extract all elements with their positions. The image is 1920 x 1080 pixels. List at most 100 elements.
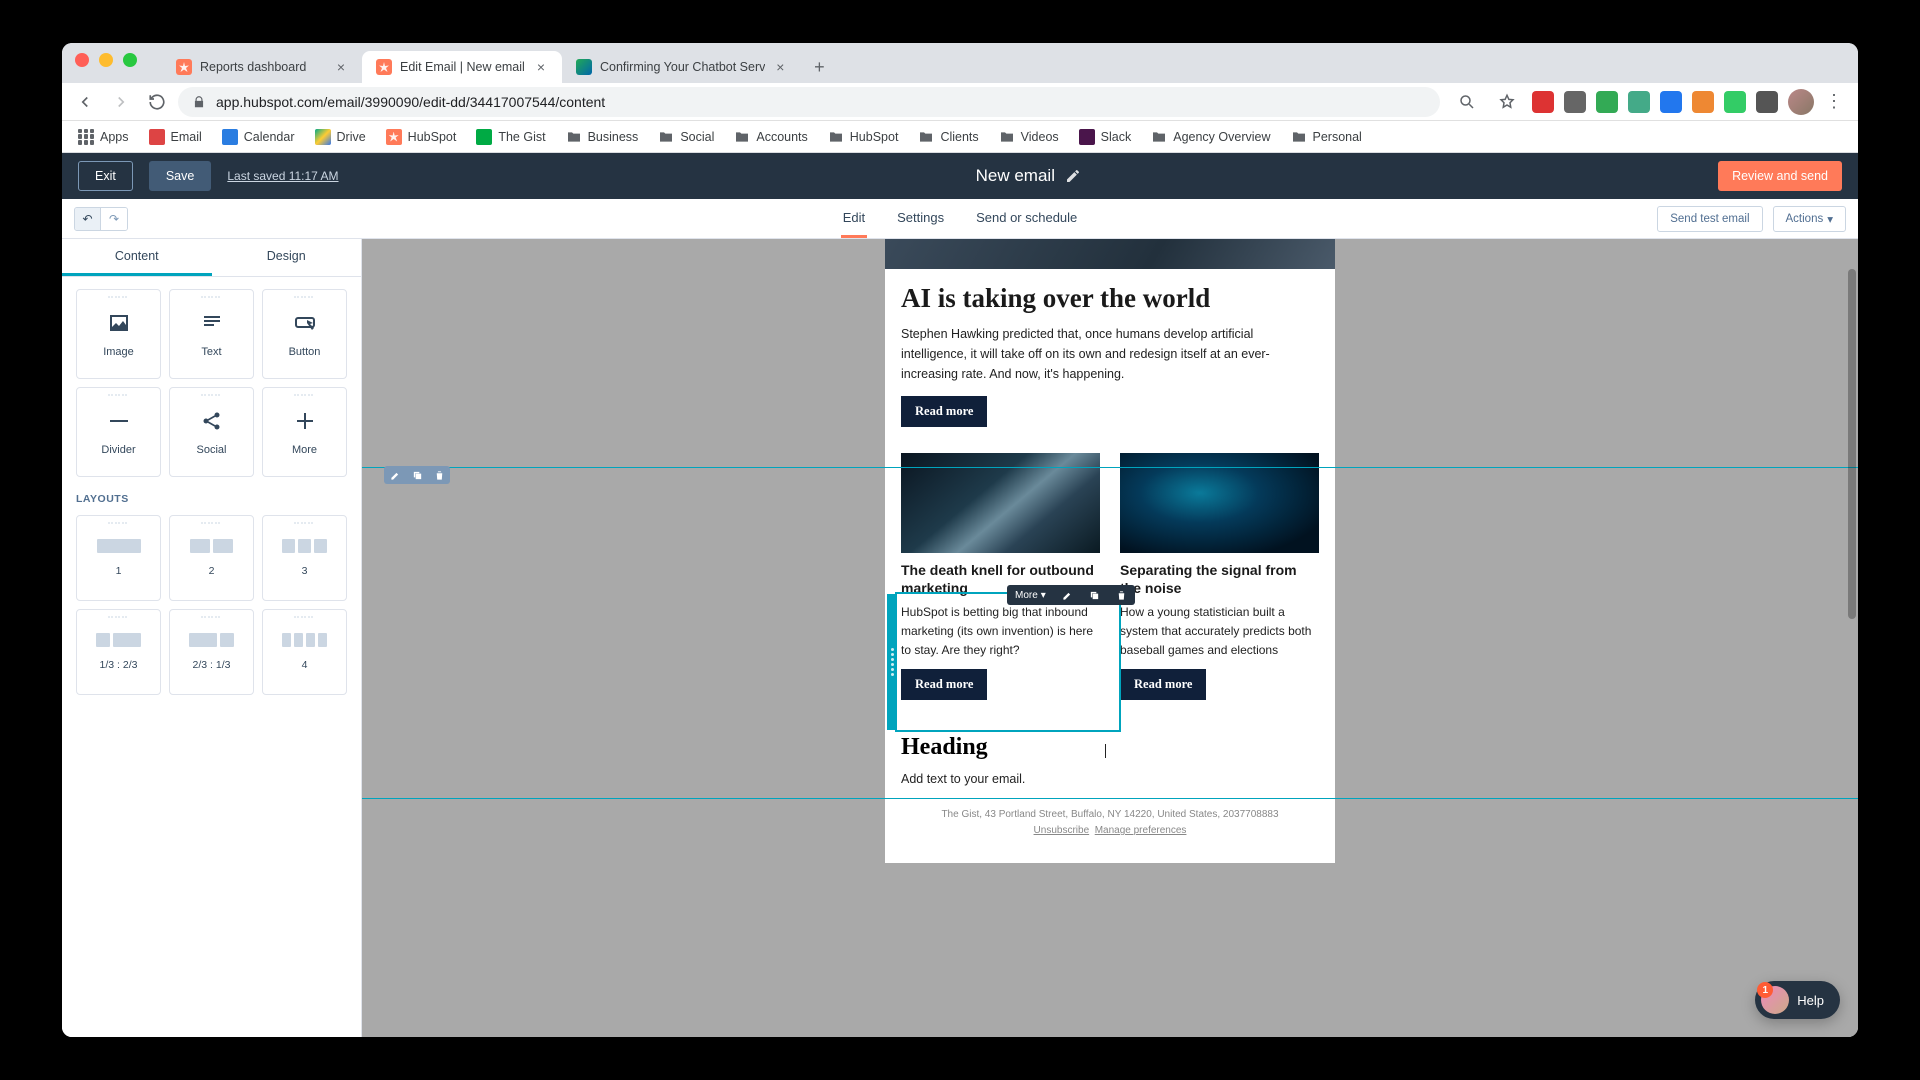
module-delete-icon[interactable] bbox=[1108, 585, 1135, 605]
module-clone-icon[interactable] bbox=[1081, 585, 1108, 605]
unsubscribe-link[interactable]: Unsubscribe bbox=[1034, 825, 1090, 836]
extension-icon[interactable] bbox=[1532, 91, 1554, 113]
extension-icon[interactable] bbox=[1660, 91, 1682, 113]
url-input[interactable]: app.hubspot.com/email/3990090/edit-dd/34… bbox=[178, 87, 1440, 117]
scrollbar[interactable] bbox=[1848, 269, 1856, 619]
extension-icon[interactable] bbox=[1596, 91, 1618, 113]
extension-icon[interactable] bbox=[1564, 91, 1586, 113]
puzzle-icon[interactable] bbox=[1756, 91, 1778, 113]
section-delete-icon[interactable] bbox=[428, 466, 450, 484]
review-send-button[interactable]: Review and send bbox=[1718, 161, 1842, 191]
footer-heading[interactable]: Heading bbox=[901, 734, 1319, 761]
column-left[interactable]: The death knell for outbound marketing H… bbox=[901, 453, 1100, 700]
email-canvas[interactable]: AI is taking over the world Stephen Hawk… bbox=[362, 239, 1858, 1037]
star-icon[interactable] bbox=[1492, 87, 1522, 117]
nav-reload-button[interactable] bbox=[142, 87, 172, 117]
bookmark-email[interactable]: Email bbox=[141, 125, 210, 149]
column-image[interactable] bbox=[1120, 453, 1319, 553]
bookmark-folder-agency[interactable]: Agency Overview bbox=[1143, 125, 1278, 149]
column-cta-button[interactable]: Read more bbox=[1120, 669, 1206, 700]
maximize-window-icon[interactable] bbox=[123, 53, 137, 67]
bookmark-thegist[interactable]: The Gist bbox=[468, 125, 553, 149]
tab-send-schedule[interactable]: Send or schedule bbox=[974, 200, 1079, 238]
hero-cta-button[interactable]: Read more bbox=[901, 396, 987, 427]
help-widget[interactable]: 1 Help bbox=[1755, 981, 1840, 1019]
browser-tab-edit-email[interactable]: Edit Email | New email × bbox=[362, 51, 562, 83]
tab-edit[interactable]: Edit bbox=[841, 200, 867, 238]
minimize-window-icon[interactable] bbox=[99, 53, 113, 67]
block-social[interactable]: Social bbox=[169, 387, 254, 477]
footer-paragraph[interactable]: Add text to your email. bbox=[901, 769, 1319, 789]
exit-button[interactable]: Exit bbox=[78, 161, 133, 191]
sidebar-tab-design[interactable]: Design bbox=[212, 239, 362, 276]
layout-4col[interactable]: 4 bbox=[262, 609, 347, 695]
layout-1col[interactable]: 1 bbox=[76, 515, 161, 601]
column-paragraph[interactable]: How a young statistician built a system … bbox=[1120, 603, 1319, 659]
undo-button[interactable]: ↶ bbox=[75, 208, 101, 230]
section-edit-icon[interactable] bbox=[384, 466, 406, 484]
bookmark-folder-social[interactable]: Social bbox=[650, 125, 722, 149]
layout-2col[interactable]: 2 bbox=[169, 515, 254, 601]
edit-title-icon[interactable] bbox=[1065, 168, 1081, 184]
tab-settings[interactable]: Settings bbox=[895, 200, 946, 238]
bookmark-hubspot[interactable]: HubSpot bbox=[378, 125, 465, 149]
block-more[interactable]: More bbox=[262, 387, 347, 477]
hero-image[interactable] bbox=[885, 239, 1335, 269]
manage-preferences-link[interactable]: Manage preferences bbox=[1095, 825, 1187, 836]
bookmark-calendar[interactable]: Calendar bbox=[214, 125, 303, 149]
layout-23-13[interactable]: 2/3 : 1/3 bbox=[169, 609, 254, 695]
bookmark-drive[interactable]: Drive bbox=[307, 125, 374, 149]
hero-heading[interactable]: AI is taking over the world bbox=[901, 283, 1319, 314]
layout-3col[interactable]: 3 bbox=[262, 515, 347, 601]
column-cta-button[interactable]: Read more bbox=[901, 669, 987, 700]
bookmark-folder-accounts[interactable]: Accounts bbox=[726, 125, 815, 149]
column-right[interactable]: Separating the signal from the noise How… bbox=[1120, 453, 1319, 700]
column-paragraph[interactable]: HubSpot is betting big that inbound mark… bbox=[901, 603, 1100, 659]
save-button[interactable]: Save bbox=[149, 161, 212, 191]
extension-icon[interactable] bbox=[1692, 91, 1714, 113]
email-body[interactable]: AI is taking over the world Stephen Hawk… bbox=[885, 239, 1335, 863]
section-clone-icon[interactable] bbox=[406, 466, 428, 484]
redo-button[interactable]: ↷ bbox=[101, 208, 127, 230]
apps-shortcut[interactable]: Apps bbox=[70, 125, 137, 149]
layout-13-23[interactable]: 1/3 : 2/3 bbox=[76, 609, 161, 695]
module-more-dropdown[interactable]: More▾ bbox=[1007, 585, 1054, 605]
bookmark-folder-personal[interactable]: Personal bbox=[1283, 125, 1370, 149]
close-window-icon[interactable] bbox=[75, 53, 89, 67]
profile-avatar[interactable] bbox=[1788, 89, 1814, 115]
extension-icon[interactable] bbox=[1724, 91, 1746, 113]
browser-menu-icon[interactable]: ⋮ bbox=[1824, 91, 1844, 112]
column-image[interactable] bbox=[901, 453, 1100, 553]
two-column-section[interactable]: The death knell for outbound marketing H… bbox=[885, 445, 1335, 718]
block-text[interactable]: Text bbox=[169, 289, 254, 379]
block-divider[interactable]: Divider bbox=[76, 387, 161, 477]
last-saved-link[interactable]: Last saved 11:17 AM bbox=[227, 169, 338, 183]
module-drag-handle[interactable] bbox=[887, 594, 897, 730]
column-heading[interactable]: Separating the signal from the noise bbox=[1120, 561, 1319, 597]
browser-tab-chatbot[interactable]: Confirming Your Chatbot Serv × bbox=[562, 51, 801, 83]
bookmark-folder-business[interactable]: Business bbox=[558, 125, 647, 149]
tab-close-icon[interactable]: × bbox=[334, 60, 348, 74]
tab-close-icon[interactable]: × bbox=[773, 60, 787, 74]
block-image[interactable]: Image bbox=[76, 289, 161, 379]
nav-forward-button[interactable] bbox=[106, 87, 136, 117]
extension-icon[interactable] bbox=[1628, 91, 1650, 113]
block-button[interactable]: Button bbox=[262, 289, 347, 379]
new-tab-button[interactable]: + bbox=[805, 53, 833, 81]
actions-dropdown[interactable]: Actions▾ bbox=[1773, 206, 1847, 232]
zoom-icon[interactable] bbox=[1452, 87, 1482, 117]
bookmark-folder-videos[interactable]: Videos bbox=[991, 125, 1067, 149]
module-edit-icon[interactable] bbox=[1054, 585, 1081, 605]
nav-back-button[interactable] bbox=[70, 87, 100, 117]
module-more-label: More bbox=[1015, 590, 1038, 601]
bookmark-slack[interactable]: Slack bbox=[1071, 125, 1140, 149]
bookmark-label: HubSpot bbox=[408, 130, 457, 144]
send-test-button[interactable]: Send test email bbox=[1657, 206, 1762, 232]
bookmark-folder-hubspot[interactable]: HubSpot bbox=[820, 125, 907, 149]
tab-close-icon[interactable]: × bbox=[534, 60, 548, 74]
sidebar-tab-content[interactable]: Content bbox=[62, 239, 212, 276]
layouts-grid: 1 2 3 1/3 : 2/3 2/3 : 1/3 4 bbox=[76, 515, 347, 695]
browser-tab-reports[interactable]: Reports dashboard × bbox=[162, 51, 362, 83]
bookmark-folder-clients[interactable]: Clients bbox=[910, 125, 986, 149]
hero-paragraph[interactable]: Stephen Hawking predicted that, once hum… bbox=[901, 324, 1319, 384]
